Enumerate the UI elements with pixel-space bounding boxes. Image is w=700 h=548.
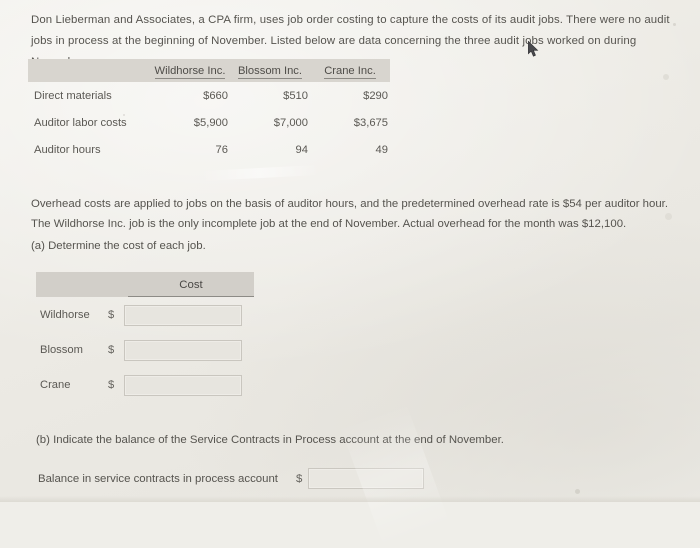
table-row: Auditor hours 76 94 49 [28, 136, 390, 163]
job-data-table: Wildhorse Inc. Blossom Inc. Crane Inc. D… [28, 59, 390, 163]
currency-symbol-blossom: $ [108, 344, 115, 356]
cell-auditor-hours-crane: 49 [375, 143, 388, 156]
row-label-auditor-labor-costs: Auditor labor costs [34, 116, 127, 129]
column-header-crane-label: Crane Inc. [324, 64, 376, 79]
currency-symbol-crane: $ [108, 379, 115, 391]
cost-column-header: Cost [128, 272, 254, 297]
cost-row-label-blossom: Blossom [40, 344, 83, 356]
row-label-direct-materials: Direct materials [34, 89, 112, 102]
cost-input-crane[interactable] [124, 374, 242, 396]
cell-direct-materials-crane: $290 [363, 89, 388, 102]
row-label-auditor-hours: Auditor hours [34, 143, 101, 156]
scan-speck [663, 74, 669, 80]
balance-input[interactable] [308, 468, 425, 489]
overhead-paragraph: Overhead costs are applied to jobs on th… [31, 198, 669, 230]
balance-label: Balance in service contracts in process … [38, 472, 278, 485]
cost-input-blossom[interactable] [124, 339, 242, 361]
cost-answer-table: Cost Wildhorse $ Blossom $ Crane $ [36, 272, 254, 402]
cell-auditor-labor-costs-wildhorse: $5,900 [193, 116, 228, 129]
cell-auditor-hours-wildhorse: 76 [215, 143, 228, 156]
cell-direct-materials-blossom: $510 [283, 89, 308, 102]
exercise-sheet: Don Lieberman and Associates, a CPA firm… [0, 0, 700, 548]
cell-auditor-labor-costs-blossom: $7,000 [273, 116, 308, 129]
cell-auditor-hours-blossom: 94 [295, 143, 308, 156]
part-b-prompt: (b) Indicate the balance of the Service … [36, 434, 504, 446]
scan-speck [575, 489, 580, 494]
currency-symbol-balance: $ [295, 472, 303, 485]
column-header-blossom-label: Blossom Inc. [237, 64, 303, 79]
cost-row-blossom: Blossom $ [36, 333, 254, 367]
cell-direct-materials-wildhorse: $660 [203, 89, 228, 102]
cost-row-label-wildhorse: Wildhorse [40, 309, 90, 321]
cost-input-wildhorse[interactable] [124, 304, 242, 326]
balance-answer-row: Balance in service contracts in process … [38, 468, 425, 489]
cell-auditor-labor-costs-crane: $3,675 [353, 116, 388, 129]
scan-crease [199, 164, 321, 182]
column-header-wildhorse: Wildhorse Inc. [150, 64, 230, 79]
column-header-crane: Crane Inc. [310, 64, 390, 79]
part-a-prompt: (a) Determine the cost of each job. [31, 240, 206, 252]
cost-row-crane: Crane $ [36, 368, 254, 402]
table-row: Direct materials $660 $510 $290 [28, 82, 390, 109]
currency-symbol-wildhorse: $ [108, 309, 115, 321]
page-bottom-edge [0, 496, 700, 502]
column-header-blossom: Blossom Inc. [230, 64, 310, 79]
cost-table-header-row: Cost [36, 272, 254, 297]
job-data-table-header-row: Wildhorse Inc. Blossom Inc. Crane Inc. [28, 59, 390, 82]
column-header-wildhorse-label: Wildhorse Inc. [154, 64, 226, 79]
table-row: Auditor labor costs $5,900 $7,000 $3,675 [28, 109, 390, 136]
cost-row-label-crane: Crane [40, 379, 71, 391]
cost-row-wildhorse: Wildhorse $ [36, 298, 254, 332]
